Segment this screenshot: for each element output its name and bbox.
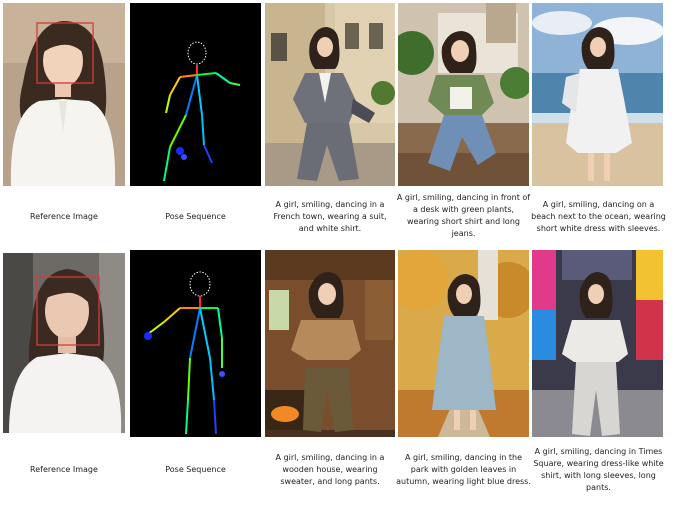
generated-image-times-square bbox=[532, 250, 663, 437]
caption-autumn-park: A girl, smiling, dancing in the park wit… bbox=[396, 453, 531, 486]
caption-beach: A girl, smiling, dancing on a beach next… bbox=[531, 200, 666, 233]
reference-image-1 bbox=[3, 3, 125, 186]
reference-image-2 bbox=[3, 253, 125, 433]
generated-image-beach bbox=[532, 3, 663, 186]
generated-image-desk-plants bbox=[398, 3, 529, 186]
generated-image-autumn-park bbox=[398, 250, 529, 437]
caption-desk-plants: A girl, smiling, dancing in front of a d… bbox=[396, 193, 531, 238]
caption-reference-1: Reference Image bbox=[30, 212, 98, 221]
generated-image-french-town bbox=[265, 3, 395, 186]
generated-image-wooden-house bbox=[265, 250, 395, 437]
caption-french-town: A girl, smiling, dancing in a French tow… bbox=[273, 200, 387, 233]
pose-sequence-1 bbox=[130, 3, 261, 186]
caption-reference-2: Reference Image bbox=[30, 465, 98, 474]
caption-pose-1: Pose Sequence bbox=[165, 212, 226, 221]
caption-times-square: A girl, smiling, dancing in Times Square… bbox=[533, 447, 664, 492]
caption-pose-2: Pose Sequence bbox=[165, 465, 226, 474]
caption-wooden-house: A girl, smiling, dancing in a wooden hou… bbox=[275, 453, 385, 486]
pose-sequence-2 bbox=[130, 250, 261, 437]
